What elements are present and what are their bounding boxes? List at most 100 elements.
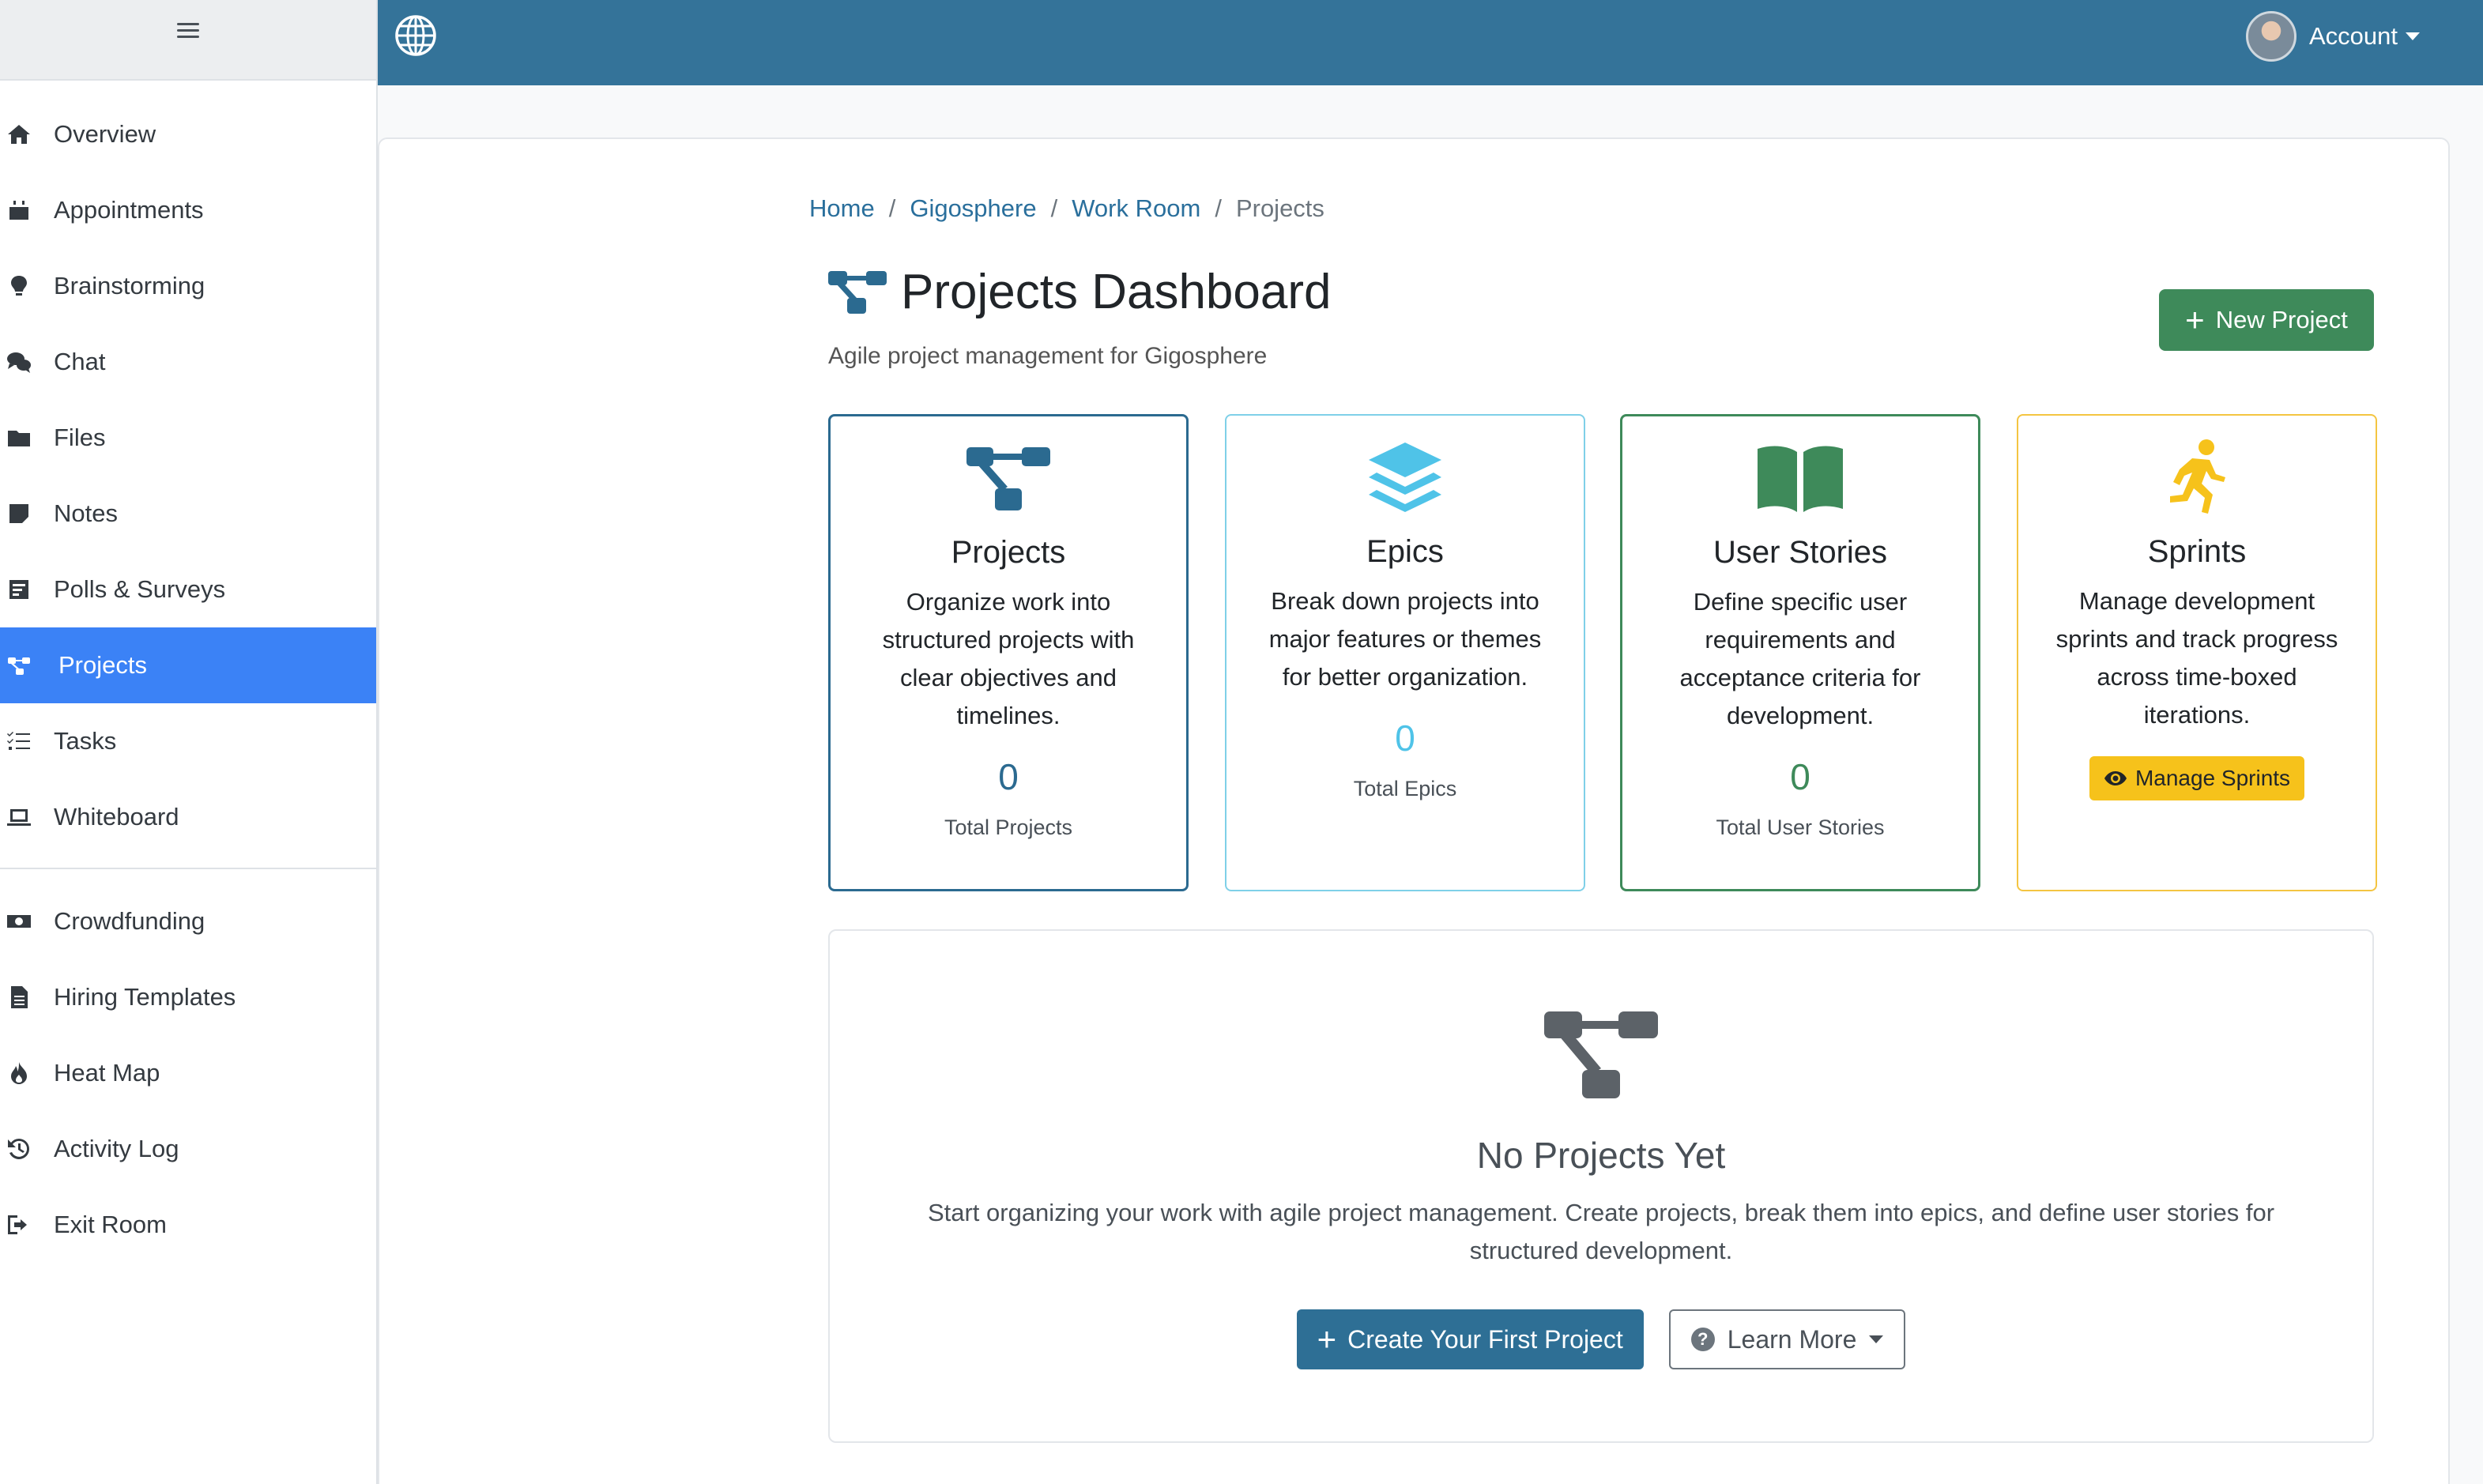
sidebar-item-label: Files [54,424,106,451]
breadcrumb-room[interactable]: Work Room [1072,194,1200,223]
card-description: Manage development sprints and track pro… [2055,587,2338,729]
card-description: Organize work into structured projects w… [882,588,1135,729]
sidebar-item-label: Overview [54,120,156,148]
globe-icon[interactable] [394,13,438,58]
new-project-label: New Project [2215,306,2348,333]
create-first-project-label: Create Your First Project [1347,1324,1623,1354]
plus-icon: + [1317,1320,1337,1358]
sidebar-item-overview[interactable]: Overview [0,96,376,172]
epics-count: 0 [1395,718,1415,759]
sidebar-item-tasks[interactable]: Tasks [0,703,376,779]
learn-more-label: Learn More [1727,1324,1857,1354]
breadcrumb-separator: / [888,194,896,222]
money-icon [5,907,33,936]
empty-state-description: Start organizing your work with agile pr… [927,1199,2275,1264]
chat-icon [5,348,33,376]
sidebar-item-label: Brainstorming [54,272,205,299]
question-circle-icon: ? [1690,1328,1715,1351]
empty-state-actions: + Create Your First Project ? Learn More [830,1309,2372,1369]
card-description: Break down projects into major features … [1268,587,1542,691]
plus-icon: + [2185,301,2205,338]
sidebar-item-label: Tasks [54,727,117,755]
create-first-project-button[interactable]: + Create Your First Project [1296,1309,1644,1369]
sidebar-item-activity-log[interactable]: Activity Log [0,1111,376,1187]
page-subtitle: Agile project management for Gigosphere [828,343,1268,369]
sidebar-item-label: Appointments [54,196,204,224]
card-title: Epics [1366,534,1444,569]
layer-group-icon [1369,443,1441,512]
sidebar-item-brainstorming[interactable]: Brainstorming [0,248,376,324]
note-icon [5,499,33,528]
breadcrumb-separator: / [1215,194,1222,222]
breadcrumb-separator: / [1050,194,1058,222]
user-stories-card: User Stories Define specific user requir… [1620,414,1980,891]
empty-state-title: No Projects Yet [1476,1135,1726,1176]
caret-down-icon [1869,1335,1884,1343]
top-navbar: Account [378,0,2483,85]
account-label: Account [2308,22,2398,50]
manage-sprints-label: Manage Sprints [2134,766,2291,790]
sidebar-header [0,0,376,81]
sidebar-item-label: Notes [54,499,118,527]
card-description: Define specific user requirements and ac… [1679,588,1921,729]
sidebar-divider [0,868,376,869]
home-icon [5,120,33,149]
sidebar-item-notes[interactable]: Notes [0,476,376,552]
projects-count: 0 [998,756,1019,797]
tasks-icon [5,727,33,755]
exit-icon [5,1211,33,1239]
sidebar-item-whiteboard[interactable]: Whiteboard [0,779,376,855]
empty-state: No Projects Yet Start organizing your wo… [828,929,2374,1443]
eye-icon [2104,771,2127,785]
menu-toggle-icon[interactable] [177,22,199,38]
breadcrumb: Home / Gigosphere / Work Room / Projects [809,194,1324,223]
sidebar: Overview Appointments Brainstorming Chat… [0,0,378,1484]
project-diagram-icon [5,651,33,680]
caret-down-icon [2406,32,2420,40]
poll-icon [5,575,33,604]
sidebar-item-projects[interactable]: Projects [0,627,376,703]
count-label: Total User Stories [1716,815,1885,839]
count-label: Total Epics [1353,777,1457,800]
sidebar-nav-primary: Overview Appointments Brainstorming Chat… [0,96,376,855]
card-title: Sprints [2147,534,2247,569]
avatar [2245,11,2296,62]
count-label: Total Projects [944,815,1073,839]
sidebar-item-label: Heat Map [54,1059,160,1087]
page-title: Projects Dashboard [901,265,1332,319]
sidebar-item-label: Chat [54,348,106,375]
sidebar-item-polls[interactable]: Polls & Surveys [0,552,376,627]
breadcrumb-home[interactable]: Home [809,194,875,223]
sidebar-item-appointments[interactable]: Appointments [0,172,376,248]
sidebar-item-label: Polls & Surveys [54,575,226,603]
sidebar-item-heat-map[interactable]: Heat Map [0,1035,376,1111]
breadcrumb-org[interactable]: Gigosphere [910,194,1036,223]
projects-card: Projects Organize work into structured p… [828,414,1189,891]
epics-card: Epics Break down projects into major fea… [1225,414,1585,891]
sidebar-item-exit-room[interactable]: Exit Room [0,1187,376,1263]
book-open-icon [1758,446,1843,512]
sidebar-item-label: Projects [58,651,147,679]
project-diagram-icon [828,270,887,314]
laptop-icon [5,803,33,831]
sidebar-item-chat[interactable]: Chat [0,324,376,400]
page-header: Projects Dashboard [827,264,1332,320]
document-icon [5,983,33,1011]
running-icon [2170,439,2225,514]
learn-more-dropdown[interactable]: ? Learn More [1668,1309,1906,1369]
account-menu[interactable]: Account [2245,11,2420,62]
user-stories-count: 0 [1790,756,1810,797]
card-title: User Stories [1712,535,1888,570]
sidebar-item-label: Hiring Templates [54,983,236,1011]
fire-icon [5,1059,33,1087]
folder-icon [5,424,33,452]
sidebar-item-label: Activity Log [54,1135,179,1162]
sidebar-item-hiring-templates[interactable]: Hiring Templates [0,959,376,1035]
sidebar-item-files[interactable]: Files [0,400,376,476]
manage-sprints-button[interactable]: Manage Sprints [2089,756,2305,800]
project-diagram-icon [1544,1011,1658,1098]
sprints-card: Sprints Manage development sprints and t… [2017,414,2377,891]
new-project-button[interactable]: + New Project [2159,289,2374,351]
sidebar-item-crowdfunding[interactable]: Crowdfunding [0,883,376,959]
calendar-icon [5,196,33,224]
